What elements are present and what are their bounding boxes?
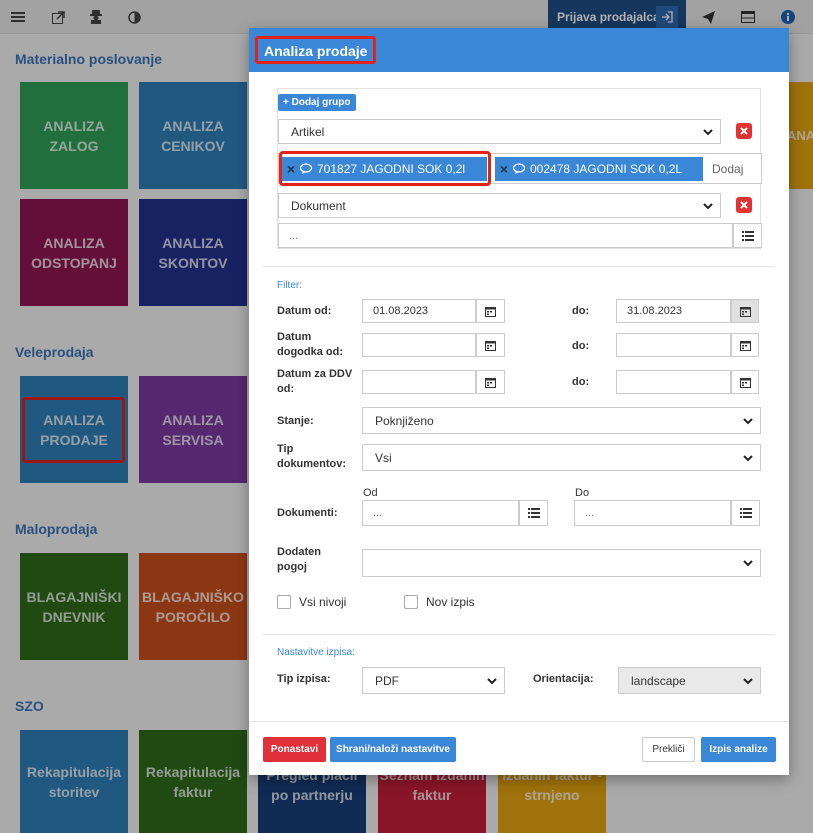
tip-izpisa-select[interactable]: PDF (362, 667, 505, 694)
nov-izpis-label: Nov izpis (426, 595, 475, 609)
list-icon (527, 508, 540, 518)
dokumenti-do-caption: Do (575, 487, 590, 499)
stanje-label: Stanje: (277, 415, 314, 427)
group1-select[interactable]: Artikel (278, 119, 721, 144)
remove-group2-button[interactable] (736, 197, 752, 213)
chevron-down-icon (703, 128, 713, 135)
tag-remove-icon[interactable]: × (495, 161, 513, 177)
dodaten-pogoj-label: Dodaten pogoj (277, 546, 321, 573)
analiza-prodaje-modal: Analiza prodaje + Dodaj grupo Artikel × … (249, 28, 789, 775)
vsi-nivoji-checkbox[interactable]: Vsi nivoji (277, 595, 346, 609)
divider (263, 266, 775, 267)
calendar-icon (739, 340, 751, 351)
chevron-down-icon (743, 454, 753, 461)
tip-dokumentov-select-value: Vsi (375, 450, 392, 465)
datum-do-calendar-button[interactable] (731, 299, 759, 323)
divider (263, 634, 775, 635)
reset-button[interactable]: Ponastavi (263, 737, 326, 762)
datum-dogodka-do-input[interactable] (616, 333, 731, 357)
orientacija-select[interactable]: landscape (618, 667, 761, 694)
chevron-down-icon (487, 677, 497, 684)
datum-ddv-do-calendar-button[interactable] (731, 370, 759, 394)
dodaten-pogoj-select[interactable] (362, 549, 761, 577)
print-analysis-button[interactable]: Izpis analize (701, 737, 776, 762)
orientacija-select-value: landscape (631, 673, 686, 688)
datum-od-label: Datum od: (277, 305, 332, 317)
vsi-nivoji-label: Vsi nivoji (299, 595, 347, 609)
datum-od-calendar-button[interactable] (476, 299, 505, 323)
group2-input[interactable]: ... (278, 223, 733, 248)
stanje-select[interactable]: Poknjiženo (362, 407, 761, 434)
group2-list-button[interactable] (733, 223, 762, 248)
calendar-icon (485, 340, 496, 351)
datum-dogodka-calendar-button[interactable] (476, 333, 505, 357)
chevron-down-icon (743, 560, 753, 567)
chevron-down-icon (743, 417, 753, 424)
group2-select-value: Dokument (291, 198, 346, 213)
tag-item[interactable]: × 002478 JAGODNI SOK 0,2L (495, 157, 703, 181)
orientacija-label: Orientacija: (533, 673, 594, 685)
group2-select[interactable]: Dokument (278, 193, 721, 218)
datum-ddv-label: Datum za DDV od: (277, 368, 353, 395)
close-icon (740, 201, 748, 209)
calendar-icon (485, 306, 496, 317)
group1-select-value: Artikel (291, 124, 325, 139)
footer-divider (249, 721, 789, 722)
highlight-box-tag (279, 151, 491, 186)
tag-label: 002478 JAGODNI SOK 0,2L (530, 162, 683, 176)
dokumenti-do-list-button[interactable] (731, 500, 760, 526)
dokumenti-od-input[interactable]: ... (362, 500, 519, 526)
datum-od-input[interactable]: 01.08.2023 (362, 299, 476, 323)
dokumenti-od-caption: Od (363, 487, 378, 499)
cancel-button[interactable]: Prekliči (642, 737, 695, 762)
tip-izpisa-select-value: PDF (375, 673, 399, 688)
chevron-down-icon (703, 202, 713, 209)
datum-ddv-do-input[interactable] (616, 370, 731, 394)
datum-ddv-calendar-button[interactable] (476, 370, 505, 394)
calendar-icon (739, 377, 751, 388)
checkbox-box[interactable] (277, 595, 291, 609)
list-icon (741, 230, 754, 241)
dokumenti-label: Dokumenti: (277, 507, 338, 519)
chevron-down-icon (743, 677, 753, 684)
remove-group1-button[interactable] (736, 123, 752, 139)
datum-ddv-input[interactable] (362, 370, 476, 394)
comments-icon (513, 163, 526, 174)
tag-input-placeholder[interactable]: Dodaj (712, 162, 743, 176)
datum-do-label: do: (572, 305, 590, 317)
list-icon (739, 508, 752, 518)
add-group-button[interactable]: + Dodaj grupo (278, 94, 356, 111)
modal-title: Analiza prodaje (255, 36, 377, 64)
settings-heading: Nastavitve izpisa: (277, 647, 355, 658)
filter-heading: Filter: (277, 280, 302, 291)
dokumenti-od-list-button[interactable] (519, 500, 548, 526)
tip-dokumentov-label: Tip dokumentov: (277, 443, 347, 470)
stanje-select-value: Poknjiženo (375, 413, 434, 428)
datum-dogodka-do-label: do: (572, 340, 590, 352)
datum-dogodka-do-calendar-button[interactable] (731, 333, 759, 357)
tip-izpisa-label: Tip izpisa: (277, 673, 331, 685)
tip-dokumentov-select[interactable]: Vsi (362, 444, 761, 471)
datum-ddv-do-label: do: (572, 376, 590, 388)
checkbox-box[interactable] (404, 595, 418, 609)
calendar-icon (739, 306, 751, 317)
datum-do-input[interactable]: 31.08.2023 (616, 299, 731, 323)
save-load-settings-button[interactable]: Shrani/naloži nastavitve (330, 737, 456, 762)
calendar-icon (485, 377, 496, 388)
groups-panel: + Dodaj grupo Artikel × 701827 JAGODNI S… (277, 88, 762, 249)
dokumenti-do-input[interactable]: ... (574, 500, 731, 526)
datum-dogodka-input[interactable] (362, 333, 476, 357)
datum-dogodka-label: Datum dogodka od: (277, 331, 343, 358)
close-icon (740, 127, 748, 135)
nov-izpis-checkbox[interactable]: Nov izpis (404, 595, 475, 609)
modal-header: Analiza prodaje (249, 28, 789, 72)
